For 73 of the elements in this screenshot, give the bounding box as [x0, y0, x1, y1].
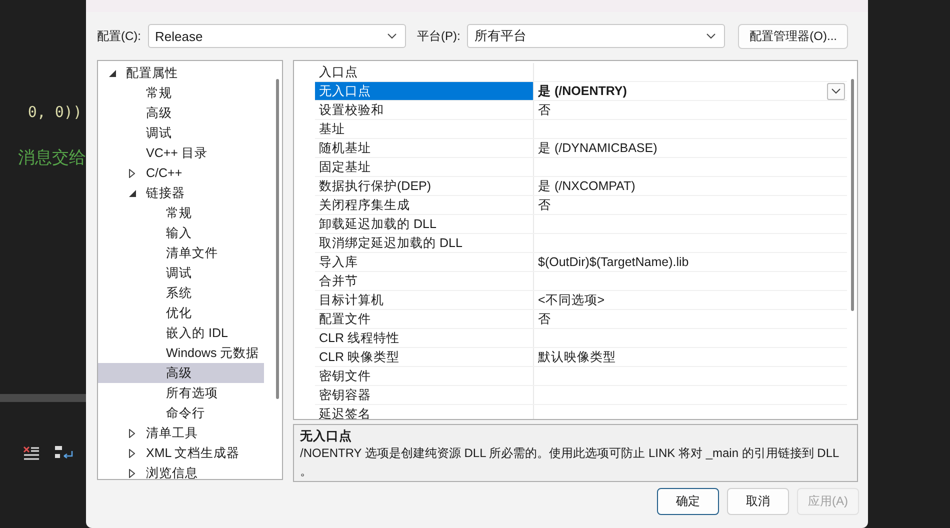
tree-item[interactable]: 常规 [98, 83, 264, 103]
dialog-button[interactable]: 取消 [727, 488, 789, 515]
scrollbar-thumb[interactable] [850, 79, 854, 311]
chevron-down-icon [831, 88, 841, 94]
chevron-down-icon [387, 33, 397, 39]
property-name[interactable]: 设置校验和 [315, 101, 534, 119]
dialog-button[interactable]: 确定 [657, 488, 719, 515]
tree-item[interactable]: 清单工具 [98, 423, 264, 443]
tree-item[interactable]: 输入 [98, 223, 264, 243]
collapsed-icon [129, 468, 135, 478]
tree-item[interactable]: XML 文档生成器 [98, 443, 264, 463]
scrollbar-thumb[interactable] [276, 79, 278, 399]
platform-label: 平台(P): [417, 28, 460, 44]
tree-item[interactable]: 系统 [98, 283, 264, 303]
property-value: 是 (/DYNAMICBASE) [538, 140, 658, 156]
config-manager-button[interactable]: 配置管理器(O)... [738, 24, 848, 48]
tree-item[interactable]: 优化 [98, 303, 264, 323]
tree-item[interactable]: 清单文件 [98, 243, 264, 263]
property-name[interactable]: 随机基址 [315, 139, 534, 157]
collapsed-icon [129, 448, 135, 458]
code-line: 0, 0)) [28, 102, 83, 123]
property-value: 否 [538, 310, 551, 328]
tree-item[interactable]: 配置属性 [98, 63, 264, 83]
tree-item[interactable]: 高级 [98, 363, 264, 383]
tree-item[interactable]: 所有选项 [98, 383, 264, 403]
tree-item[interactable]: 高级 [98, 103, 264, 123]
description-title: 无入口点 [300, 428, 353, 444]
tree-item[interactable]: C/C++ [98, 163, 264, 183]
property-name[interactable]: 合并节 [315, 272, 534, 290]
description-text: /NOENTRY 选项是创建纯资源 DLL 所必需的。使用此选项可防止 LINK 将对 _main 的引用链接到 DLL 。 [300, 445, 840, 480]
delete-lines-icon [22, 445, 40, 461]
property-name[interactable]: 关闭程序集生成 [315, 196, 534, 214]
collapsed-icon [129, 168, 135, 178]
property-name[interactable]: 固定基址 [315, 158, 534, 176]
collapsed-icon [129, 428, 135, 438]
tree-item[interactable]: 常规 [98, 203, 264, 223]
chevron-down-icon [706, 33, 716, 39]
property-name[interactable]: 无入口点 [315, 82, 534, 100]
tree-item[interactable]: 调试 [98, 263, 264, 283]
property-value: 否 [538, 196, 551, 214]
tree-item[interactable]: 命令行 [98, 403, 264, 423]
property-value: 否 [538, 102, 551, 118]
tree-item[interactable]: Windows 元数据 [98, 343, 264, 363]
property-name[interactable]: 卸载延迟加载的 DLL [315, 215, 534, 233]
tree-item[interactable]: 链接器 [98, 183, 264, 203]
property-name[interactable]: 密钥文件 [315, 367, 534, 385]
expanded-icon [108, 70, 116, 76]
dropdown-button[interactable] [827, 82, 845, 100]
property-name[interactable]: 取消绑定延迟加载的 DLL [315, 234, 534, 252]
code-comment: 消息交给 [18, 147, 86, 169]
property-value: <不同选项> [538, 292, 605, 308]
property-name[interactable]: 目标计算机 [315, 291, 534, 309]
property-value: 默认映像类型 [538, 348, 616, 366]
property-name[interactable]: 入口点 [315, 63, 534, 81]
property-value: 是 (/NXCOMPAT) [538, 178, 636, 194]
tree-item[interactable]: 浏览信息 [98, 463, 264, 483]
tree-item[interactable]: VC++ 目录 [98, 143, 264, 163]
platform-dropdown[interactable]: 所有平台 [467, 24, 726, 48]
property-name[interactable]: 配置文件 [315, 310, 534, 328]
property-name[interactable]: 密钥容器 [315, 386, 534, 404]
expanded-icon [128, 190, 136, 196]
property-name[interactable]: CLR 线程特性 [315, 329, 534, 347]
property-name[interactable]: 导入库 [315, 253, 534, 271]
scrollbar[interactable] [0, 394, 86, 402]
property-value: $(OutDir)$(TargetName).lib [538, 255, 689, 269]
tree-item[interactable]: 调试 [98, 123, 264, 143]
property-value: 是 (/NOENTRY) [538, 82, 627, 100]
property-name[interactable]: CLR 映像类型 [315, 348, 534, 366]
config-label: 配置(C): [97, 28, 141, 44]
config-dropdown[interactable]: Release [148, 24, 406, 48]
tree-item[interactable]: 嵌入的 IDL [98, 323, 264, 343]
property-name[interactable]: 数据执行保护(DEP) [315, 177, 534, 195]
property-name[interactable]: 基址 [315, 120, 534, 138]
